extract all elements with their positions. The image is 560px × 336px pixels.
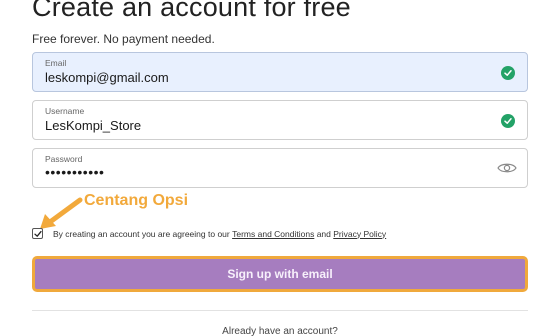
divider: [32, 310, 528, 311]
email-field[interactable]: Email: [32, 52, 528, 92]
check-circle-icon: [501, 114, 515, 128]
page-title: Create an account for free: [32, 0, 351, 22]
password-label: Password: [45, 154, 83, 164]
password-field[interactable]: Password •••••••••••: [32, 148, 528, 188]
username-field[interactable]: Username: [32, 100, 528, 140]
password-input[interactable]: •••••••••••: [45, 164, 485, 180]
consent-text: By creating an account you are agreeing …: [53, 228, 230, 239]
email-input[interactable]: [45, 70, 485, 85]
annotation-label: Centang Opsi: [84, 192, 189, 209]
terms-consent: By creating an account you are agreeing …: [32, 228, 386, 239]
check-circle-icon: [501, 66, 515, 80]
terms-link[interactable]: Terms and Conditions: [232, 229, 314, 239]
username-input[interactable]: [45, 118, 485, 133]
signup-button[interactable]: Sign up with email: [32, 256, 528, 292]
consent-and-text: and: [316, 228, 331, 239]
login-prompt: Already have an account?: [222, 326, 338, 336]
privacy-link[interactable]: Privacy Policy: [333, 229, 386, 239]
eye-icon[interactable]: [497, 161, 517, 180]
email-label: Email: [45, 58, 67, 68]
username-label: Username: [45, 106, 85, 116]
page-subtitle: Free forever. No payment needed.: [32, 32, 215, 46]
terms-checkbox[interactable]: [32, 228, 43, 239]
